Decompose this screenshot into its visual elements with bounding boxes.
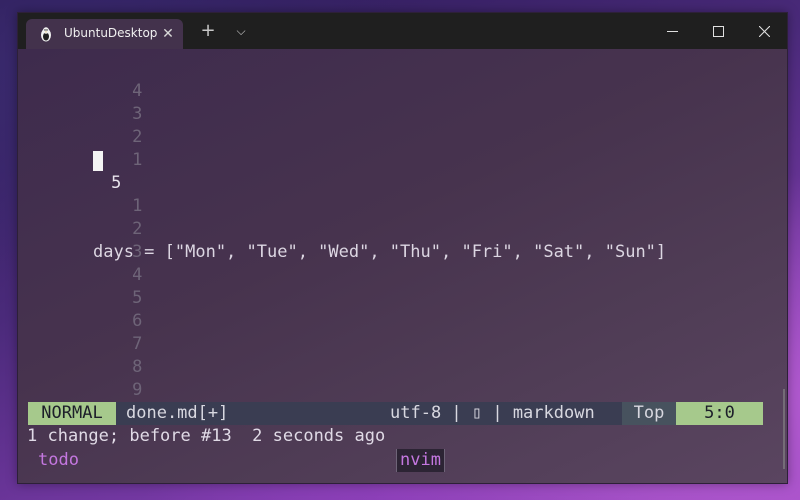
editor-line: 8 [18, 333, 142, 377]
editor-line: 3 [18, 80, 142, 124]
close-window-button[interactable] [741, 13, 787, 49]
editor-line: 5 [18, 264, 142, 308]
editor-line-current: 5 [18, 149, 121, 193]
editor-line: 3 [18, 218, 142, 262]
file-name: done.md[+] [126, 403, 229, 423]
line-number: 5 [132, 288, 143, 308]
editor-line: 4 [18, 241, 142, 285]
command-line-message: 1 change; before #13 2 seconds ago [27, 426, 386, 446]
chevron-down-icon[interactable]: ⌵ [231, 21, 251, 41]
editor-line: 2 days = ["Mon", "Tue", "Wed", "Thu", "F… [18, 195, 666, 262]
line-number: 7 [132, 334, 143, 354]
new-tab-button[interactable]: + [198, 21, 218, 41]
editor-line: 9 [18, 356, 142, 400]
maximize-icon [713, 26, 724, 37]
close-icon [759, 26, 770, 37]
tmux-session-name: todo [38, 450, 79, 470]
current-line-number: 5 [111, 173, 122, 193]
tab-title: UbuntuDesktop [64, 26, 158, 40]
editor-line: 1 [18, 172, 142, 216]
minimize-button[interactable] [649, 13, 695, 49]
title-bar: UbuntuDesktop ✕ + ⌵ [18, 13, 787, 49]
line-number: 8 [132, 357, 143, 377]
tmux-status-bar: todo nvim [18, 449, 787, 472]
file-info: utf-8 | ▯ | markdown [390, 403, 595, 423]
text-cursor [93, 151, 103, 171]
line-number: 1 [132, 196, 143, 216]
cursor-position: 5:0 [676, 402, 763, 425]
line-number: 2 [132, 127, 143, 147]
line-number: 3 [132, 242, 143, 262]
editor-line: 7 [18, 310, 142, 354]
linux-penguin-icon [41, 27, 51, 42]
line-number: 6 [132, 311, 143, 331]
scrollbar[interactable] [783, 389, 785, 469]
mode-indicator: NORMAL [28, 402, 116, 425]
tab-ubuntu-desktop[interactable]: UbuntuDesktop ✕ [26, 19, 183, 49]
line-number: 3 [132, 104, 143, 124]
terminal-window: UbuntuDesktop ✕ + ⌵ 4 3 2 1 5 1 2 days =… [17, 12, 788, 484]
line-number: 4 [132, 265, 143, 285]
line-text: days = ["Mon", "Tue", "Wed", "Thu", "Fri… [93, 242, 667, 262]
tab-close-icon[interactable]: ✕ [159, 25, 177, 43]
editor-line: 6 [18, 287, 142, 331]
editor-line: 10 [18, 379, 142, 423]
line-number: 9 [132, 380, 143, 400]
line-number: 4 [132, 81, 143, 101]
scroll-position: Top [622, 402, 676, 425]
minimize-icon [667, 31, 678, 32]
line-number: 2 [132, 219, 143, 239]
maximize-button[interactable] [695, 13, 741, 49]
line-number: 1 [132, 150, 143, 170]
tmux-window-nvim[interactable]: nvim [396, 449, 445, 472]
editor-line: 2 [18, 103, 142, 147]
vim-statusline: NORMAL done.md[+] utf-8 | ▯ | markdown T… [28, 402, 763, 425]
editor-line: 1 [18, 126, 142, 170]
editor-line: 4 [18, 57, 142, 101]
